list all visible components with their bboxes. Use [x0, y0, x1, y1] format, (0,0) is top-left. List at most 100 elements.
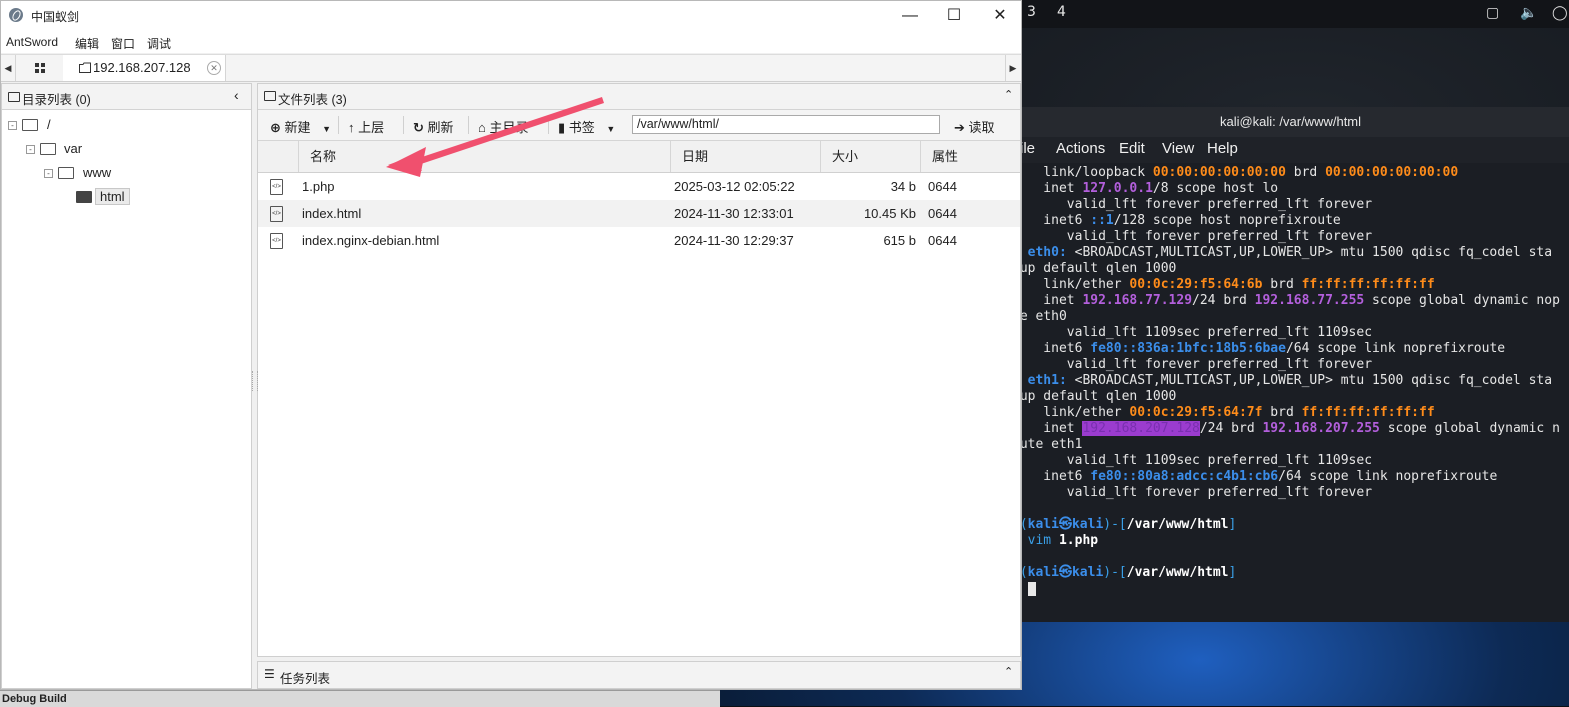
file-list-icon — [264, 91, 276, 101]
code-file-icon: </> — [270, 179, 283, 195]
tree-node-label: / — [47, 117, 51, 132]
terminal-menu-view[interactable]: View — [1162, 140, 1194, 157]
menu-debug[interactable]: 调试 — [147, 35, 171, 52]
path-input[interactable]: /var/www/html/ — [632, 115, 940, 134]
column-size[interactable]: 大小 — [820, 141, 920, 172]
menu-window[interactable]: 窗口 — [111, 35, 135, 52]
annotation-arrow — [386, 97, 604, 177]
file-date: 2025-03-12 02:05:22 — [674, 179, 795, 194]
terminal-cursor — [1027, 581, 1036, 596]
power-icon[interactable]: ◯ — [1552, 4, 1568, 20]
file-name: index.html — [302, 206, 362, 221]
workspace-4[interactable]: 4 — [1057, 4, 1066, 20]
tree-node-label-selected: html — [95, 188, 130, 205]
terminal-menu-help[interactable]: Help — [1207, 140, 1238, 157]
file-panel-header: 文件列表 (3) ⌃ — [258, 84, 1020, 110]
panel-splitter[interactable] — [252, 371, 258, 391]
minimize-button[interactable]: — — [887, 1, 933, 31]
menu-antsword[interactable]: AntSword — [6, 35, 58, 49]
task-list-icon: ☰ — [264, 667, 275, 681]
window-titlebar[interactable]: 中国蚁剑 — ☐ ✕ — [1, 1, 1021, 31]
up-level-button[interactable]: ↑ 上层 — [348, 117, 384, 136]
directory-panel-header: 目录列表 (0) ‹ — [2, 84, 251, 110]
tree-node-label: var — [64, 141, 83, 156]
collapse-up-icon[interactable]: ⌃ — [1004, 88, 1013, 101]
code-file-icon: </> — [270, 206, 283, 222]
terminal-menu-edit[interactable]: Edit — [1119, 140, 1145, 157]
folder-icon — [79, 62, 91, 73]
tree-toggle-icon[interactable]: - — [44, 169, 53, 178]
app-menubar: AntSword 编辑 窗口 调试 — [1, 31, 1021, 53]
file-attr: 0644 — [928, 206, 957, 221]
chevron-down-icon: ▼ — [322, 124, 332, 134]
file-panel: 文件列表 (3) ⌃ ⊕ 新建 ▼ ↑ 上层 ↻ 刷新 ⌂ 主目录 ▮ 书签 ▼… — [257, 83, 1021, 657]
grid-icon — [35, 63, 45, 73]
file-grid-header: 名称 日期 大小 属性 — [258, 141, 1020, 173]
workspace-3[interactable]: 3 — [1027, 4, 1036, 20]
volume-icon[interactable]: 🔈 — [1520, 4, 1537, 20]
read-button[interactable]: ➔ 读取 — [954, 117, 995, 136]
tab-scroll-right-icon[interactable]: ▶ — [1005, 55, 1020, 81]
tree-node-root[interactable]: - / — [8, 116, 208, 136]
close-button[interactable]: ✕ — [977, 1, 1023, 31]
file-size: 615 b — [883, 233, 916, 248]
file-row[interactable]: </> 1.php 2025-03-12 02:05:22 34 b 0644 — [258, 173, 1020, 200]
tab-scroll-left-icon[interactable]: ◀ — [1, 55, 16, 81]
code-file-icon: </> — [270, 233, 283, 249]
tree-toggle-icon[interactable]: - — [26, 145, 35, 154]
file-attr: 0644 — [928, 233, 957, 248]
directory-panel: 目录列表 (0) ‹ - / - var - www html — [1, 83, 252, 689]
file-date: 2024-11-30 12:33:01 — [674, 206, 794, 221]
debug-build-label: Debug Build — [2, 693, 67, 705]
terminal-title: kali@kali: /var/www/html — [1012, 107, 1569, 137]
tab-host-label: 192.168.207.128 — [93, 60, 191, 75]
terminal-output[interactable]: link/loopback 00:00:00:00:00:00 brd 00:0… — [1012, 165, 1569, 622]
collapse-up-icon[interactable]: ⌃ — [1004, 665, 1013, 678]
file-date: 2024-11-30 12:29:37 — [674, 233, 794, 248]
terminal-window[interactable]: kali@kali: /var/www/html ile Actions Edi… — [1012, 107, 1569, 622]
tab-bar: ◀ 192.168.207.128 ✕ ▶ — [1, 54, 1021, 82]
folder-open-icon — [76, 191, 92, 203]
tab-host[interactable]: 192.168.207.128 ✕ — [63, 55, 226, 81]
file-toolbar: ⊕ 新建 ▼ ↑ 上层 ↻ 刷新 ⌂ 主目录 ▮ 书签 ▼ /var/www/h… — [258, 110, 1020, 141]
toolbar-divider — [338, 116, 339, 134]
antsword-logo-icon — [9, 8, 23, 22]
tree-node-html[interactable]: html — [62, 188, 262, 208]
terminal-menu-actions[interactable]: Actions — [1056, 140, 1105, 157]
file-size: 34 b — [890, 179, 916, 194]
folder-icon — [58, 167, 74, 179]
folder-tree-icon — [8, 92, 20, 102]
arrow-up-icon: ↑ — [348, 120, 355, 135]
new-button[interactable]: ⊕ 新建 ▼ — [270, 117, 331, 136]
column-attr[interactable]: 属性 — [920, 141, 1020, 172]
tab-home[interactable] — [17, 55, 64, 81]
file-panel-title: 文件列表 (3) — [278, 93, 347, 107]
column-date[interactable]: 日期 — [670, 141, 820, 172]
task-panel: ☰ 任务列表 ⌃ — [257, 661, 1021, 689]
directory-panel-title: 目录列表 (0) — [22, 93, 91, 107]
display-icon[interactable]: ▢ — [1486, 4, 1502, 20]
terminal-menu-file[interactable]: ile — [1020, 140, 1035, 157]
terminal-menubar: ile Actions Edit View Help — [1012, 137, 1569, 163]
task-panel-title: 任务列表 — [280, 672, 331, 686]
tree-node-label: www — [83, 165, 112, 180]
file-name: index.nginx-debian.html — [302, 233, 440, 248]
file-name: 1.php — [302, 179, 335, 194]
menu-edit[interactable]: 编辑 — [75, 35, 99, 52]
file-row[interactable]: </> index.nginx-debian.html 2024-11-30 1… — [258, 227, 1020, 254]
tab-close-icon[interactable]: ✕ — [207, 61, 221, 75]
tree-node-var[interactable]: - var — [26, 140, 226, 160]
file-size: 10.45 Kb — [863, 206, 916, 221]
tree-toggle-icon[interactable]: - — [8, 121, 17, 130]
folder-icon — [40, 143, 56, 155]
background-app-strip: Debug Build — [0, 690, 720, 707]
file-row[interactable]: </> index.html 2024-11-30 12:33:01 10.45… — [258, 200, 1020, 227]
arrow-right-icon: ➔ — [954, 120, 965, 135]
maximize-button[interactable]: ☐ — [931, 1, 977, 31]
tree-node-www[interactable]: - www — [44, 164, 244, 184]
window-title: 中国蚁剑 — [31, 10, 80, 24]
collapse-left-icon[interactable]: ‹ — [234, 87, 239, 103]
file-attr: 0644 — [928, 179, 957, 194]
folder-icon — [22, 119, 38, 131]
plus-circle-icon: ⊕ — [270, 120, 281, 135]
